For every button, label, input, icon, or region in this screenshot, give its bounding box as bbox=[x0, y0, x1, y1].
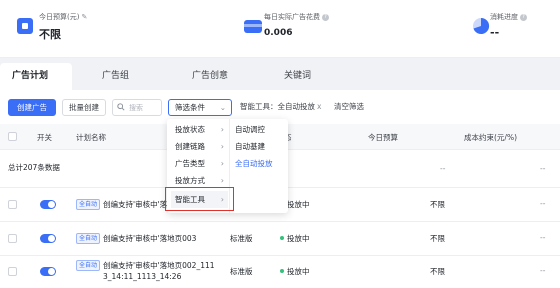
status-dot bbox=[280, 236, 284, 240]
budget-card: 今日预算(元) ✎ 不限 bbox=[14, 12, 134, 48]
spend-value: 0.006 bbox=[264, 28, 293, 38]
menu-item-create-path[interactable]: 创建链路 › bbox=[171, 138, 228, 155]
info-icon: ? bbox=[520, 14, 527, 21]
submenu-item-full-auto[interactable]: 全自动投放 bbox=[235, 155, 273, 172]
row-type: 标准版 bbox=[230, 267, 253, 276]
table-row[interactable]: 全自动 创编支持'审核中'落地页003 标准版 投放中 不限 -- bbox=[0, 222, 560, 256]
info-icon: ? bbox=[322, 14, 329, 21]
menu-item-delivery-status[interactable]: 投放状态 › bbox=[171, 121, 228, 138]
budget-label: 今日预算(元) bbox=[39, 13, 80, 21]
total-label: 总计207条数据 bbox=[8, 163, 60, 172]
progress-value: -- bbox=[490, 26, 500, 39]
auto-tag: 全自动 bbox=[76, 233, 101, 244]
header-cost: 成本约束(元/%) bbox=[464, 133, 518, 142]
row-type: 标准版 bbox=[230, 234, 253, 243]
status-dot bbox=[280, 269, 284, 273]
submenu-item-auto-build[interactable]: 自动基建 bbox=[235, 138, 265, 155]
clear-filters-link[interactable]: 清空筛选 bbox=[334, 101, 364, 112]
row-cost: -- bbox=[540, 233, 546, 242]
row-name[interactable]: 全自动 创编支持'审核中'落地页002_111 3_14:11_1113_14:26 bbox=[76, 260, 215, 282]
budget-value: 不限 bbox=[39, 28, 61, 41]
row-name[interactable]: 全自动 创编支持'审核中'落地 bbox=[76, 199, 175, 210]
total-cost: -- bbox=[540, 164, 546, 173]
row-checkbox[interactable] bbox=[8, 267, 17, 276]
header-toggle: 开关 bbox=[37, 133, 52, 142]
select-all-checkbox[interactable] bbox=[8, 132, 17, 141]
batch-create-button[interactable]: 批量创建 bbox=[62, 99, 106, 116]
filter-chip[interactable]: 智能工具：全自动投放 x bbox=[240, 101, 321, 112]
table-row[interactable]: 全自动 创编支持'审核中'落地页002_111 3_14:11_1113_14:26… bbox=[0, 256, 560, 288]
row-toggle[interactable] bbox=[40, 267, 56, 276]
auto-tag: 全自动 bbox=[76, 260, 101, 271]
create-ad-button[interactable]: 创建广告 bbox=[8, 99, 56, 116]
tab-campaign[interactable]: 广告计划 bbox=[0, 63, 72, 90]
spend-label: 每日实际广告花费 bbox=[264, 13, 320, 21]
row-checkbox[interactable] bbox=[8, 200, 17, 209]
header-budget: 今日预算 bbox=[368, 133, 398, 142]
chevron-right-icon: › bbox=[220, 159, 224, 168]
search-input[interactable]: 搜索 bbox=[112, 99, 162, 116]
row-cost: -- bbox=[540, 199, 546, 208]
tab-keyword[interactable]: 关键词 bbox=[272, 63, 323, 90]
row-budget: 不限 bbox=[430, 200, 445, 209]
tab-ad-group[interactable]: 广告组 bbox=[90, 63, 141, 90]
row-checkbox[interactable] bbox=[8, 234, 17, 243]
row-budget: 不限 bbox=[430, 234, 445, 243]
close-icon[interactable]: x bbox=[317, 102, 321, 111]
row-status: 投放中 bbox=[280, 233, 310, 244]
submenu-item-auto-control[interactable]: 自动调控 bbox=[235, 121, 265, 138]
auto-tag: 全自动 bbox=[76, 199, 101, 210]
row-name[interactable]: 全自动 创编支持'审核中'落地页003 bbox=[76, 233, 196, 244]
filter-dropdown[interactable]: 筛选条件 ⌄ bbox=[168, 99, 232, 116]
spend-card: 每日实际广告花费? 0.006 bbox=[242, 12, 362, 48]
chevron-down-icon: ⌄ bbox=[219, 103, 226, 112]
wallet-icon bbox=[244, 20, 262, 33]
summary-bar: 今日预算(元) ✎ 不限 每日实际广告花费? 0.006 消耗进度? -- bbox=[0, 0, 560, 58]
pie-icon bbox=[473, 17, 490, 34]
row-cost: -- bbox=[540, 266, 546, 275]
chevron-right-icon: › bbox=[220, 125, 224, 134]
search-icon bbox=[117, 103, 125, 111]
filter-chip-label: 智能工具：全自动投放 bbox=[240, 102, 315, 111]
row-toggle[interactable] bbox=[40, 234, 56, 243]
search-placeholder: 搜索 bbox=[129, 104, 143, 112]
tab-creative[interactable]: 广告创意 bbox=[180, 63, 240, 90]
chevron-right-icon: › bbox=[220, 142, 224, 151]
budget-icon bbox=[17, 18, 33, 34]
filter-label: 筛选条件 bbox=[175, 103, 205, 112]
edit-icon[interactable]: ✎ bbox=[81, 13, 87, 21]
row-budget: 不限 bbox=[430, 267, 445, 276]
menu-item-ad-type[interactable]: 广告类型 › bbox=[171, 155, 228, 172]
progress-label: 消耗进度 bbox=[490, 13, 518, 21]
tab-bar: 广告计划 广告组 广告创意 关键词 bbox=[0, 60, 560, 90]
highlight-box bbox=[165, 187, 234, 211]
progress-card: 消耗进度? -- bbox=[470, 12, 560, 48]
row-status: 投放中 bbox=[280, 266, 310, 277]
total-budget: -- bbox=[440, 164, 446, 173]
row-toggle[interactable] bbox=[40, 200, 56, 209]
header-name: 计划名称 bbox=[76, 133, 106, 142]
